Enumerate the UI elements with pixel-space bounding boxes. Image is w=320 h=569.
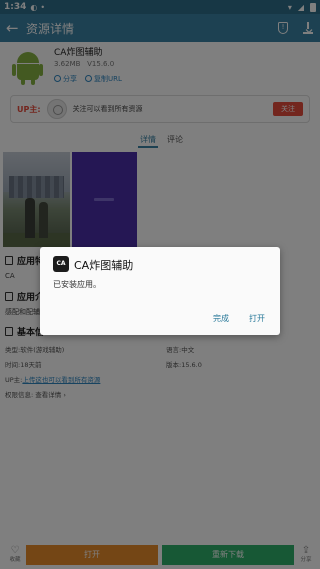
done-button[interactable]: 完成	[213, 313, 229, 324]
screen: 1:34 ◐ • ▾ ◢ ← 资源详情 ! CA炸图辅助 3.62MB V15.…	[0, 0, 320, 569]
dialog-title: CA炸图辅助	[74, 259, 134, 272]
dialog-open-button[interactable]: 打开	[249, 313, 265, 324]
install-dialog: CA CA炸图辅助 已安装应用。 完成 打开	[40, 247, 280, 335]
dialog-message: 已安装应用。	[53, 280, 101, 289]
ca-app-icon: CA	[53, 256, 69, 272]
